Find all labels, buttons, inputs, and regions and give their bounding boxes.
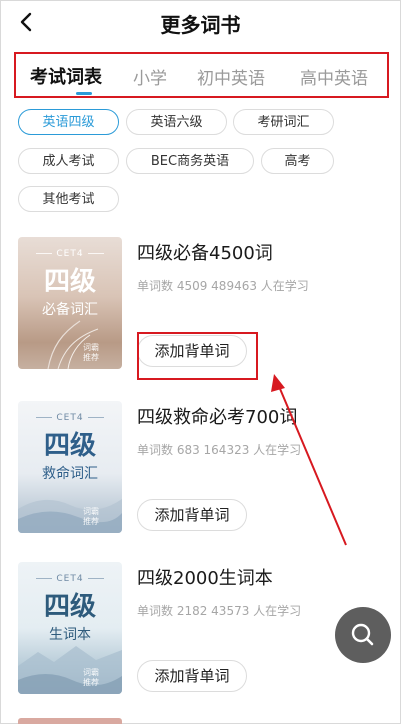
cover-tag: CET4 (18, 249, 122, 259)
cover-stamp: 词霸推荐 (83, 507, 99, 526)
search-icon (351, 623, 374, 646)
book-meta: 单词数 2182 43573 人在学习 (137, 604, 302, 618)
chip-bec[interactable]: BEC商务英语 (126, 148, 254, 174)
header: 更多词书 (0, 0, 401, 44)
cover-title: 四级 (43, 267, 96, 297)
book-item: CET4 四级 救命词汇 词霸推荐 四级救命必考700词 单词数 683 164… (0, 401, 401, 561)
cover-subtitle: 必备词汇 (42, 302, 98, 318)
book-title[interactable]: 四级2000生词本 (137, 564, 273, 590)
cover-subtitle: 救命词汇 (42, 466, 98, 482)
book-cover[interactable]: CET4 四级 必备词汇 词霸推荐 (18, 237, 122, 369)
next-book-cover-partial (18, 718, 122, 724)
book-cover[interactable]: CET4 四级 救命词汇 词霸推荐 (18, 401, 122, 533)
add-to-study-button[interactable]: 添加背单词 (137, 335, 247, 367)
chip-gaokao[interactable]: 高考 (261, 148, 334, 174)
chip-postgrad-vocab[interactable]: 考研词汇 (233, 109, 334, 135)
chip-adult-exam[interactable]: 成人考试 (18, 148, 119, 174)
cover-tag: CET4 (18, 413, 122, 423)
chip-other-exams[interactable]: 其他考试 (18, 186, 119, 212)
cover-stamp: 词霸推荐 (83, 343, 99, 362)
book-cover[interactable]: CET4 四级 生词本 词霸推荐 (18, 562, 122, 694)
search-fab-button[interactable] (335, 607, 391, 663)
cover-tag: CET4 (18, 574, 122, 584)
book-title[interactable]: 四级必备4500词 (137, 239, 273, 265)
tab-junior-high-english[interactable]: 初中英语 (197, 64, 265, 89)
cover-subtitle: 生词本 (49, 627, 91, 643)
active-tab-indicator (76, 92, 92, 95)
cover-stamp: 词霸推荐 (83, 668, 99, 687)
tab-exam-wordlist[interactable]: 考试词表 (30, 63, 102, 89)
add-to-study-button[interactable]: 添加背单词 (137, 499, 247, 531)
cover-title: 四级 (43, 592, 96, 622)
tab-primary-school[interactable]: 小学 (133, 64, 167, 89)
book-meta: 单词数 683 164323 人在学习 (137, 443, 302, 457)
page-title: 更多词书 (160, 13, 241, 37)
cover-title: 四级 (43, 431, 96, 461)
category-tabs: 考试词表 小学 初中英语 高中英语 (14, 52, 389, 98)
chip-cet6[interactable]: 英语六级 (126, 109, 227, 135)
add-to-study-button[interactable]: 添加背单词 (137, 660, 247, 692)
tab-senior-high-english[interactable]: 高中英语 (300, 64, 368, 89)
chip-cet4[interactable]: 英语四级 (18, 109, 119, 135)
book-item: CET4 四级 必备词汇 词霸推荐 四级必备4500词 单词数 4509 489… (0, 237, 401, 397)
book-meta: 单词数 4509 489463 人在学习 (137, 279, 309, 293)
book-title[interactable]: 四级救命必考700词 (137, 403, 297, 429)
